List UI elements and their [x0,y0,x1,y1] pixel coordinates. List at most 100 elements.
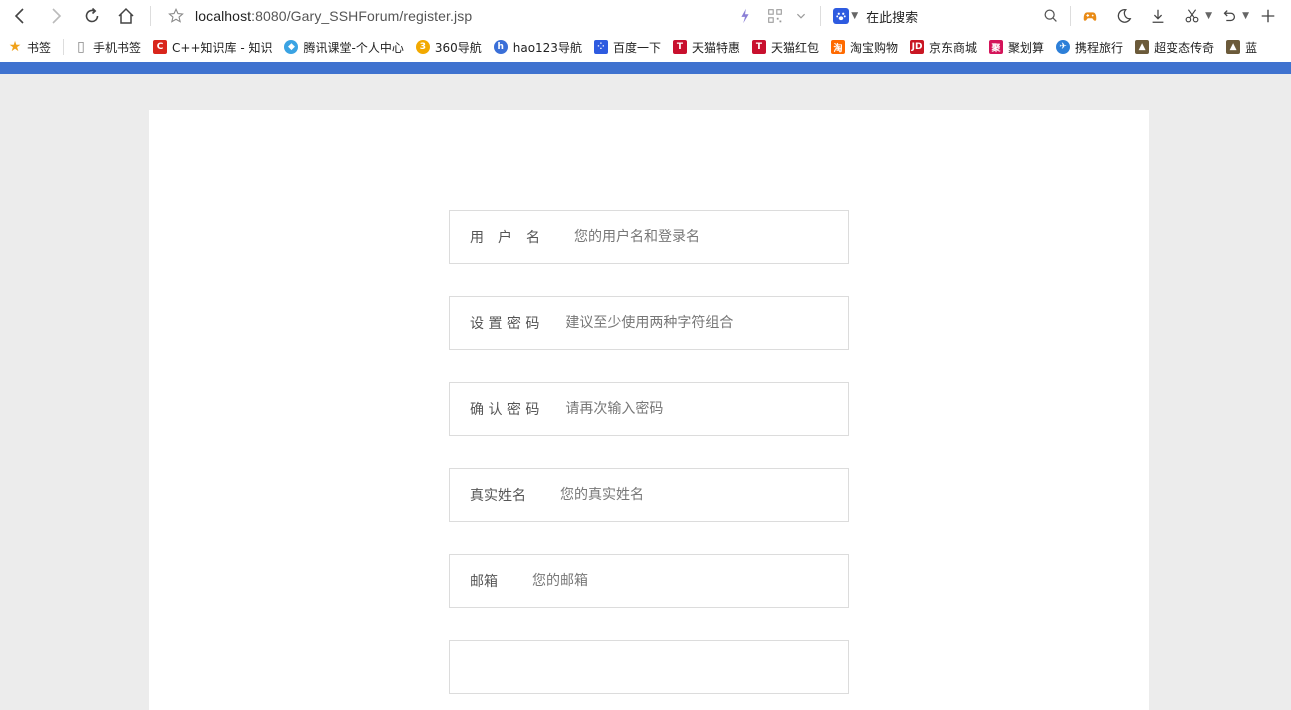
bookmark-label: 京东商城 [929,40,978,55]
bookmark-item[interactable]: T 天猫特惠 [672,39,740,56]
password-input[interactable] [565,297,848,349]
screenshot-button[interactable] [1179,3,1205,29]
bookmark-item[interactable]: ⁘ 百度一下 [593,39,661,56]
360-icon: 3 [415,40,430,54]
search-engine-selector[interactable]: ▼ [833,8,858,24]
password-field[interactable]: 设 置 密 码 [449,296,849,350]
baidu-paw-icon: ⁘ [593,40,608,54]
taobao-icon: 淘 [831,40,845,54]
bookmark-label: hao123导航 [512,40,582,55]
tmall-icon: T [672,40,687,54]
plus-icon [1261,9,1275,23]
bookmark-label: 书签 [27,40,52,55]
juhuasuan-icon: 聚 [989,40,1004,54]
forward-arrow-icon [52,8,62,24]
new-tab-button[interactable] [1255,3,1281,29]
download-icon [1152,9,1164,23]
bookmark-item[interactable]: T 天猫红包 [751,39,819,56]
gamepad-icon [1083,12,1097,21]
real-name-label: 真实姓名 [470,488,526,504]
password-label: 设 置 密 码 [470,316,540,332]
night-mode-button[interactable] [1111,3,1137,29]
bookmark-item[interactable]: h hao123导航 [493,39,582,56]
bookmark-item[interactable]: 聚聚划算 [989,39,1044,56]
caret-down-icon[interactable]: ▼ [1205,11,1212,21]
username-label: 用 户 名 [470,230,540,246]
diamond-icon: ◆ [284,40,299,54]
confirm-password-field[interactable]: 确 认 密 码 [449,382,849,436]
baidu-paw-icon [833,8,850,24]
email-label: 邮箱 [470,574,498,590]
bookmark-label: C++知识库 - 知识 [172,40,273,55]
page-header-bar [0,62,1291,74]
bookmark-label: 超变态传奇 [1154,40,1215,55]
bookmarks-folder[interactable]: ★ 书签 [8,39,51,56]
caret-down-icon: ▼ [851,11,859,21]
game-button[interactable] [1077,3,1103,29]
chevron-down-icon [797,13,806,19]
real-name-field[interactable]: 真实姓名 [449,468,849,522]
star-outline-icon [168,7,184,23]
back-button[interactable] [6,2,34,30]
bookmark-item[interactable]: C C++知识库 - 知识 [153,39,272,56]
jd-icon: JD [910,40,925,54]
bookmark-item[interactable]: 淘淘宝购物 [831,39,898,56]
next-field[interactable] [449,640,849,694]
bookmark-item[interactable]: ▲ 蓝 [1226,39,1257,56]
bookmark-label: 聚划算 [1008,40,1045,55]
url-host: localhost [195,8,252,24]
undo-icon [1223,10,1236,22]
c-icon: C [153,40,168,54]
bookmark-label: 携程旅行 [1075,40,1124,55]
page-background: 用 户 名 设 置 密 码 确 认 密 码 真实姓名 邮箱 [0,74,1291,710]
bookmark-item[interactable]: 3 360导航 [415,39,482,56]
reload-button[interactable] [78,2,106,30]
bookmark-label: 天猫特惠 [691,40,740,55]
hao123-icon: h [493,40,508,54]
confirm-password-input[interactable] [565,383,848,435]
forward-button[interactable] [42,2,70,30]
real-name-input[interactable] [560,469,848,521]
bookmark-item[interactable]: ◆ 腾讯课堂-个人中心 [284,39,404,56]
search-icon [1044,9,1058,22]
toolbar-right: ▼ 在此搜索 ▼ ▼ [732,0,1291,32]
phone-icon: ▯ [77,39,85,55]
download-button[interactable] [1145,3,1171,29]
bookmarks-bar: ★ 书签 ▯ 手机书签 C C++知识库 - 知识 ◆ 腾讯课堂-个人中心 3 360导航 h hao… [0,32,1291,62]
bookmark-label: 百度一下 [612,40,661,55]
lightning-icon [741,8,749,24]
confirm-password-label: 确 认 密 码 [470,402,540,418]
email-input[interactable] [532,555,848,607]
browser-toolbar: localhost:8080/Gary_SSHForum/register.js… [0,0,1291,32]
bookmark-item[interactable]: JD 京东商城 [910,39,977,56]
bookmark-label: 蓝 [1245,40,1258,55]
search-box[interactable]: 在此搜索 [866,7,986,26]
search-button[interactable] [1038,3,1064,29]
address-dropdown-button[interactable] [788,3,814,29]
scissors-icon [1185,9,1199,23]
username-field[interactable]: 用 户 名 [449,210,849,264]
undo-close-button[interactable] [1216,3,1242,29]
username-input[interactable] [574,211,848,263]
ctrip-icon: ✈ [1056,40,1071,54]
tmall-icon: T [751,40,766,54]
email-field[interactable]: 邮箱 [449,554,849,608]
home-icon [118,7,134,24]
home-button[interactable] [112,2,140,30]
caret-down-icon[interactable]: ▼ [1242,11,1249,21]
bookmarks-divider [63,39,65,55]
game-icon: ▲ [1135,40,1150,54]
bookmark-label: 腾讯课堂-个人中心 [303,40,404,55]
lightning-button[interactable] [732,3,758,29]
reload-icon [85,7,99,23]
address-bar[interactable]: localhost:8080/Gary_SSHForum/register.js… [195,8,472,24]
qr-code-button[interactable] [762,3,788,29]
bookmark-item[interactable]: ▲ 超变态传奇 [1135,39,1214,56]
toolbar-divider [820,6,822,26]
moon-icon [1117,9,1132,23]
bookmark-item[interactable]: ▯ 手机书签 [74,39,141,56]
bookmark-item[interactable]: ✈ 携程旅行 [1056,39,1123,56]
register-panel: 用 户 名 设 置 密 码 确 认 密 码 真实姓名 邮箱 [149,110,1149,710]
bookmark-star-button[interactable] [165,5,187,27]
bookmark-label: 手机书签 [93,40,142,55]
